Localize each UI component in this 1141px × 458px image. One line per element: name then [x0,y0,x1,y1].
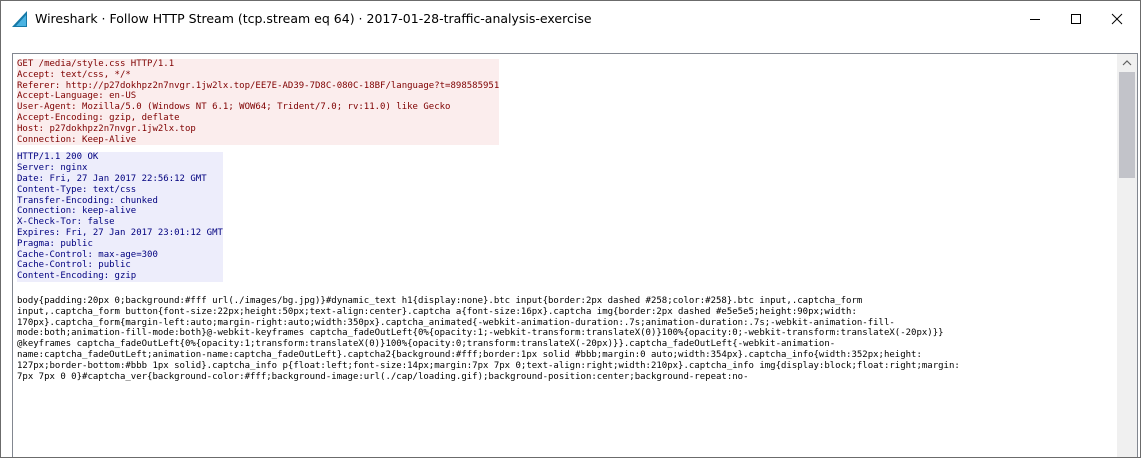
response-line: Cache-Control: public [17,260,223,272]
close-button[interactable] [1094,1,1140,37]
body-line: 7px 7px 0 0}#captcha_ver{background-colo… [17,371,749,382]
follow-stream-window: Wireshark · Follow HTTP Stream (tcp.stre… [0,0,1141,458]
request-line: User-Agent: Mozilla/5.0 (Windows NT 6.1;… [17,102,500,113]
response-line: Server: nginx [17,163,223,174]
maximize-button[interactable] [1053,1,1099,37]
request-line: Accept-Language: en-US [17,91,500,103]
request-line: Host: p27dokhpz2n7nvgr.1jw2lx.top [17,123,500,135]
request-line: GET /media/style.css HTTP/1.1 [17,59,500,70]
request-line: Accept-Encoding: gzip, deflate [17,112,500,124]
title-bar[interactable]: Wireshark · Follow HTTP Stream (tcp.stre… [1,1,1140,37]
body-line: 170px}.captcha_form{margin-left:auto;mar… [17,317,895,328]
body-line: input,.captcha_form button{font-size:22p… [17,306,857,317]
body-line: name:captcha_fadeOutLeft;animation-name:… [17,349,922,360]
response-line: Connection: keep-alive [17,206,223,218]
request-line: Accept: text/css, */* [17,69,500,81]
response-line: Content-Encoding: gzip [17,271,223,282]
block-gap [17,289,1117,296]
response-line: Date: Fri, 27 Jan 2017 22:56:12 GMT [17,173,223,185]
body-line: 127px;border-bottom:#bbb 1px solid}.capt… [17,360,960,371]
response-body-block: body{padding:20px 0;background:#fff url(… [17,296,960,382]
response-line: Cache-Control: max-age=300 [17,249,223,261]
stream-content-panel: GET /media/style.css HTTP/1.1 Accept: te… [12,53,1138,457]
body-line: body{padding:20px 0;background:#fff url(… [17,295,863,306]
block-gap [17,145,1117,152]
scroll-up-button[interactable] [1117,54,1137,71]
scroll-up-arrow-icon [1122,60,1132,66]
server-response-block: HTTP/1.1 200 OK Server: nginx Date: Fri,… [17,152,223,282]
request-line: Connection: Keep-Alive [17,134,500,146]
response-line: Content-Type: text/css [17,184,223,196]
wireshark-fin-icon [12,11,27,27]
stream-text-view[interactable]: GET /media/style.css HTTP/1.1 Accept: te… [13,54,1117,457]
minimize-button[interactable] [1012,1,1058,37]
window-title: Wireshark · Follow HTTP Stream (tcp.stre… [35,11,592,26]
body-line: mode:both;animation-fill-mode:both}@-web… [17,328,944,339]
client-request-block: GET /media/style.css HTTP/1.1 Accept: te… [17,59,500,146]
maximize-icon [1071,14,1081,24]
response-line: X-Check-Tor: false [17,217,223,228]
response-line: Pragma: public [17,238,223,250]
vertical-scrollbar[interactable] [1117,54,1137,457]
body-line: @keyframes captcha_fadeOutLeft{0%{opacit… [17,339,836,350]
minimize-icon [1030,19,1040,20]
request-line: Referer: http://p27dokhpz2n7nvgr.1jw2lx.… [17,80,500,92]
response-line: Expires: Fri, 27 Jan 2017 23:01:12 GMT [17,227,223,239]
block-gap [17,282,1117,289]
response-line: HTTP/1.1 200 OK [17,152,223,164]
response-line: Transfer-Encoding: chunked [17,195,223,207]
close-icon [1111,13,1123,25]
scroll-thumb[interactable] [1119,72,1135,178]
